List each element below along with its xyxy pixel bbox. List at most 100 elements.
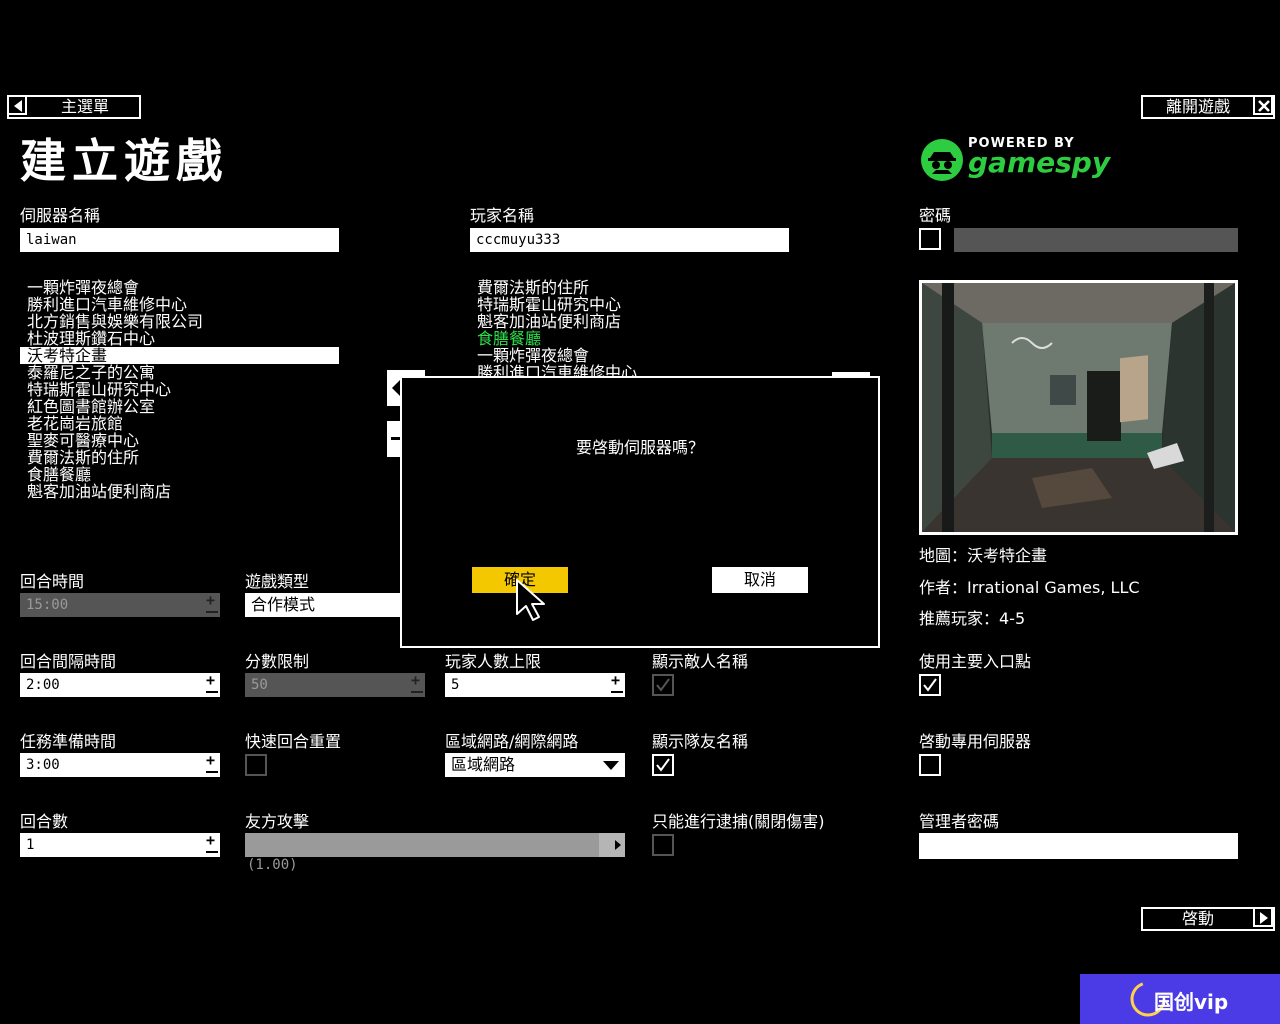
server-name-input[interactable]: laiwan bbox=[20, 228, 339, 252]
mission-prep-stepper[interactable]: + bbox=[204, 753, 220, 777]
mission-prep-value: 3:00 bbox=[26, 757, 60, 773]
friendly-fire-slider[interactable] bbox=[245, 833, 625, 857]
map-list-item[interactable]: 沃考特企畫 bbox=[20, 347, 339, 364]
player-name-label: 玩家名稱 bbox=[470, 206, 535, 225]
map-list-item[interactable]: 勝利進口汽車維修中心 bbox=[20, 296, 339, 313]
map-rotation-list[interactable]: 費爾法斯的住所 特瑞斯霍山研究中心 魁客加油站便利商店 食膳餐廳 一顆炸彈夜總會 勝利進口… bbox=[470, 279, 870, 377]
admin-password-input[interactable] bbox=[919, 833, 1238, 859]
network-label: 區域網路/網際網路 bbox=[445, 732, 579, 751]
mouse-cursor-icon bbox=[516, 579, 545, 621]
score-limit-value: 50 bbox=[251, 677, 268, 693]
score-limit-label: 分數限制 bbox=[245, 652, 310, 671]
minus-icon bbox=[206, 611, 218, 613]
password-label: 密碼 bbox=[919, 206, 952, 225]
game-type-select[interactable]: 合作模式 bbox=[245, 593, 405, 617]
map-list-item[interactable]: 老花崗岩旅館 bbox=[20, 415, 339, 432]
map-list-item[interactable]: 特瑞斯霍山研究中心 bbox=[20, 381, 339, 398]
rounds-stepper[interactable]: + bbox=[204, 833, 220, 857]
page-title: 建立遊戲 bbox=[20, 134, 228, 188]
map-author-text: 作者：Irrational Games, LLC bbox=[919, 578, 1140, 597]
gamespy-brand-text: gamespy bbox=[968, 146, 1111, 179]
rotation-list-item[interactable]: 特瑞斯霍山研究中心 bbox=[470, 296, 870, 313]
plus-icon: + bbox=[206, 831, 216, 849]
friendly-fire-value: (1.00) bbox=[247, 857, 298, 873]
main-menu-button[interactable]: 主選單 bbox=[7, 95, 141, 119]
max-players-stepper[interactable]: + bbox=[609, 673, 625, 697]
minus-icon bbox=[206, 691, 218, 693]
map-list-item[interactable]: 北方銷售與娛樂有限公司 bbox=[20, 313, 339, 330]
dialog-message: 要啓動伺服器嗎？ bbox=[575, 438, 704, 457]
friendly-fire-label: 友方攻擊 bbox=[245, 812, 310, 831]
rotation-list-item[interactable]: 食膳餐廳 bbox=[470, 330, 870, 347]
max-players-input[interactable]: 5 + bbox=[445, 673, 625, 697]
minus-icon bbox=[206, 771, 218, 773]
friendly-fire-slider-fill bbox=[245, 833, 599, 857]
chevron-down-icon bbox=[603, 761, 619, 770]
arrest-only-label: 只能進行逮捕(關閉傷害) bbox=[652, 812, 825, 831]
mission-prep-input[interactable]: 3:00 + bbox=[20, 753, 220, 777]
map-list-item[interactable]: 費爾法斯的住所 bbox=[20, 449, 339, 466]
admin-password-label: 管理者密碼 bbox=[919, 812, 1000, 831]
map-preview-image bbox=[922, 283, 1235, 532]
map-list-item[interactable]: 杜波理斯鑽石中心 bbox=[20, 330, 339, 347]
rotation-list-item[interactable]: 一顆炸彈夜總會 bbox=[470, 347, 870, 364]
score-limit-input[interactable]: 50 + bbox=[245, 673, 425, 697]
player-name-input[interactable]: cccmuyu333 bbox=[470, 228, 789, 252]
plus-icon: + bbox=[206, 751, 216, 769]
main-menu-label: 主選單 bbox=[60, 97, 109, 116]
confirm-dialog: 要啓動伺服器嗎？ 確定 取消 bbox=[400, 376, 880, 648]
checkmark-icon bbox=[923, 678, 937, 692]
rotation-list-item[interactable]: 魁客加油站便利商店 bbox=[470, 313, 870, 330]
round-time-stepper[interactable]: + bbox=[204, 593, 220, 617]
rotation-list-item[interactable]: 費爾法斯的住所 bbox=[470, 279, 870, 296]
round-interval-stepper[interactable]: + bbox=[204, 673, 220, 697]
server-name-label: 伺服器名稱 bbox=[20, 206, 101, 225]
show-team-names-label: 顯示隊友名稱 bbox=[652, 732, 749, 751]
recommended-players-text: 推薦玩家：4-5 bbox=[919, 609, 1026, 628]
map-list-item[interactable]: 泰羅尼之子的公寓 bbox=[20, 364, 339, 381]
show-enemy-names-checkbox[interactable] bbox=[652, 674, 674, 696]
password-input[interactable] bbox=[954, 228, 1238, 252]
password-checkbox[interactable] bbox=[919, 228, 941, 250]
map-preview-frame bbox=[919, 280, 1238, 535]
watermark-badge: 国创vip bbox=[1080, 974, 1280, 1024]
use-main-entry-checkbox[interactable] bbox=[919, 674, 941, 696]
show-team-names-checkbox[interactable] bbox=[652, 754, 674, 776]
minus-icon bbox=[206, 851, 218, 853]
map-list-item[interactable]: 聖麥可醫療中心 bbox=[20, 432, 339, 449]
rounds-input[interactable]: 1 + bbox=[20, 833, 220, 857]
quick-reset-checkbox[interactable] bbox=[245, 754, 267, 776]
plus-icon: + bbox=[411, 671, 421, 689]
max-players-label: 玩家人數上限 bbox=[445, 652, 542, 671]
round-interval-label: 回合間隔時間 bbox=[20, 652, 117, 671]
map-list-item[interactable]: 紅色圖書館辦公室 bbox=[20, 398, 339, 415]
available-maps-list[interactable]: 一顆炸彈夜總會 勝利進口汽車維修中心 北方銷售與娛樂有限公司 杜波理斯鑽石中心 沃考特企… bbox=[20, 279, 339, 500]
rounds-label: 回合數 bbox=[20, 812, 69, 831]
game-type-label: 遊戲類型 bbox=[245, 572, 310, 591]
back-arrow-icon bbox=[7, 95, 27, 115]
forward-arrow-icon bbox=[1253, 907, 1273, 927]
cancel-button[interactable]: 取消 bbox=[712, 567, 808, 593]
max-players-value: 5 bbox=[451, 677, 460, 693]
round-time-input[interactable]: 15:00 + bbox=[20, 593, 220, 617]
plus-icon: + bbox=[206, 591, 216, 609]
dedicated-server-label: 啓動專用伺服器 bbox=[919, 732, 1032, 751]
network-select[interactable]: 區域網路 bbox=[445, 753, 625, 777]
friendly-fire-slider-handle[interactable] bbox=[599, 833, 625, 857]
map-list-item[interactable]: 一顆炸彈夜總會 bbox=[20, 279, 339, 296]
map-list-item[interactable]: 食膳餐廳 bbox=[20, 466, 339, 483]
score-limit-stepper[interactable]: + bbox=[409, 673, 425, 697]
map-list-item[interactable]: 魁客加油站便利商店 bbox=[20, 483, 339, 500]
round-interval-input[interactable]: 2:00 + bbox=[20, 673, 220, 697]
start-button[interactable]: 啓動 bbox=[1141, 907, 1275, 931]
exit-game-button[interactable]: 離開遊戲 bbox=[1141, 95, 1275, 119]
minus-icon bbox=[411, 691, 423, 693]
network-value: 區域網路 bbox=[451, 755, 516, 774]
mission-prep-label: 任務準備時間 bbox=[20, 732, 117, 751]
round-time-value: 15:00 bbox=[26, 597, 69, 613]
arrest-only-checkbox[interactable] bbox=[652, 834, 674, 856]
dedicated-server-checkbox[interactable] bbox=[919, 754, 941, 776]
watermark-text: 国创vip bbox=[1154, 990, 1229, 1014]
checkmark-icon bbox=[656, 678, 670, 692]
map-name-text: 地圖：沃考特企畫 bbox=[919, 546, 1048, 565]
